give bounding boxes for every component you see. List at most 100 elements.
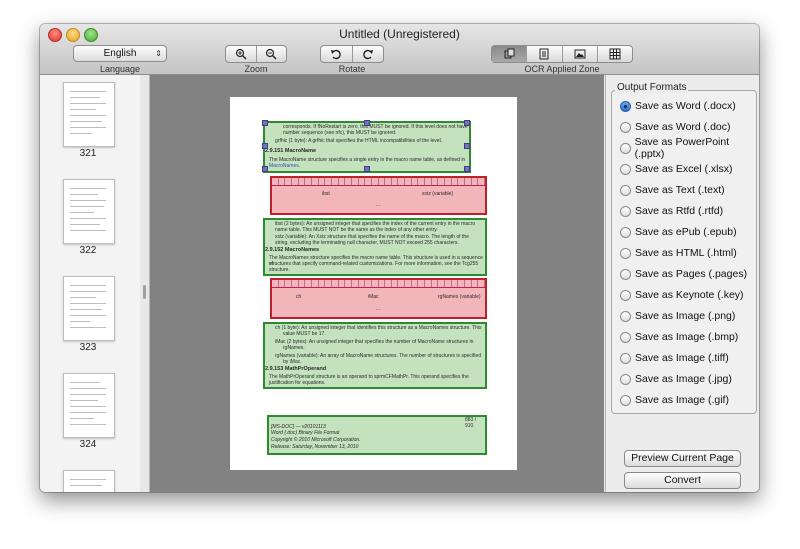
page-thumbnail[interactable]: [63, 82, 115, 147]
ocr-zone-column-button[interactable]: [527, 46, 563, 62]
window-title: Untitled (Unregistered): [339, 27, 460, 41]
preview-current-page-button[interactable]: Preview Current Page: [624, 450, 741, 467]
radio-button[interactable]: [620, 394, 631, 406]
format-option-text[interactable]: Save as Text (.text): [620, 182, 725, 198]
image-zone-icon: [574, 49, 586, 59]
rotate-right-button[interactable]: [353, 46, 384, 62]
format-option-label: Save as Word (.docx): [635, 100, 736, 112]
table-header-cells: [272, 280, 485, 288]
output-formats-group: Save as Word (.docx) Save as Word (.doc)…: [611, 90, 757, 414]
doc-heading: 2.9.153 MathPrOperand: [265, 366, 327, 372]
panel-splitter[interactable]: [140, 75, 150, 492]
format-option-jpg[interactable]: Save as Image (.jpg): [620, 371, 732, 387]
format-option-label: Save as Text (.text): [635, 184, 725, 196]
app-window: Untitled (Unregistered) English ⇕ Langua…: [40, 24, 759, 492]
format-option-html[interactable]: Save as HTML (.html): [620, 245, 737, 261]
rotate-right-icon: [362, 49, 373, 60]
zone-resize-handle[interactable]: [262, 143, 268, 149]
radio-button[interactable]: [620, 310, 631, 322]
doc-text: justification for equations.: [269, 380, 326, 386]
language-label: Language: [99, 64, 141, 74]
ocr-text-zone[interactable]: ibst (2 bytes): An unsigned integer that…: [263, 218, 487, 276]
format-option-docx[interactable]: Save as Word (.docx): [620, 98, 736, 114]
format-option-png[interactable]: Save as Image (.png): [620, 308, 735, 324]
doc-text: grfhic (1 byte): A grfhic that specifies…: [275, 138, 443, 144]
language-value: English: [103, 48, 137, 59]
ocr-text-zone[interactable]: corresponds. If fNoRestart is zero, this…: [262, 120, 471, 173]
language-select[interactable]: English ⇕: [73, 45, 167, 62]
ocr-zone-control: [491, 45, 633, 63]
doc-text: by iMac.: [283, 359, 302, 365]
doc-text: number sequence (see nfc), this MUST be …: [283, 130, 397, 136]
page-thumbnail[interactable]: [63, 179, 115, 244]
ocr-zone-image-button[interactable]: [563, 46, 598, 62]
zone-resize-handle[interactable]: [364, 166, 370, 172]
format-option-rtfd[interactable]: Save as Rtfd (.rtfd): [620, 203, 723, 219]
doc-text: name table. This MUST NOT be the same as…: [275, 227, 438, 233]
output-formats-legend: Output Formats: [615, 82, 689, 93]
page-thumbnails-panel[interactable]: 321 322 323 324: [40, 75, 141, 492]
doc-text: string, excluding the terminating null c…: [275, 240, 459, 246]
table-header-cells: [272, 178, 485, 186]
radio-button[interactable]: [620, 331, 631, 343]
format-option-label: Save as Image (.gif): [635, 394, 729, 406]
radio-button[interactable]: [620, 289, 631, 301]
radio-button[interactable]: [620, 226, 631, 238]
format-option-doc[interactable]: Save as Word (.doc): [620, 119, 731, 135]
format-option-pptx[interactable]: Save as PowerPoint (.pptx): [620, 136, 756, 160]
doc-link[interactable]: MacroNames.: [269, 163, 300, 169]
ocr-zone-table-button[interactable]: [598, 46, 632, 62]
format-option-tiff[interactable]: Save as Image (.tiff): [620, 350, 729, 366]
radio-button[interactable]: [620, 352, 631, 364]
ocr-text-zone[interactable]: ch (1 byte): An unsigned integer that id…: [263, 322, 487, 389]
format-option-bmp[interactable]: Save as Image (.bmp): [620, 329, 738, 345]
zone-resize-handle[interactable]: [464, 120, 470, 126]
zoom-out-button[interactable]: [257, 46, 287, 62]
page-thumbnail[interactable]: [63, 373, 115, 438]
radio-button[interactable]: [620, 247, 631, 259]
radio-button[interactable]: [620, 100, 631, 112]
format-option-xlsx[interactable]: Save as Excel (.xlsx): [620, 161, 732, 177]
radio-button[interactable]: [620, 163, 631, 175]
ocr-table-zone[interactable]: ibst xstz (variable) ...: [270, 176, 487, 215]
table-cell: rgNames (variable): [438, 294, 481, 300]
zoom-in-button[interactable]: [226, 46, 257, 62]
doc-text: rgNames.: [283, 345, 305, 351]
radio-button[interactable]: [620, 184, 631, 196]
format-option-label: Save as Rtfd (.rtfd): [635, 205, 724, 217]
radio-button[interactable]: [620, 373, 631, 385]
format-option-key[interactable]: Save as Keynote (.key): [620, 287, 744, 303]
radio-button[interactable]: [620, 121, 631, 133]
radio-button[interactable]: [620, 142, 631, 154]
zone-resize-handle[interactable]: [262, 166, 268, 172]
zone-resize-handle[interactable]: [464, 143, 470, 149]
format-option-epub[interactable]: Save as ePub (.epub): [620, 224, 737, 240]
zone-resize-handle[interactable]: [364, 120, 370, 126]
chevron-updown-icon: ⇕: [155, 49, 162, 58]
ocr-zone-label: OCR Applied Zone: [524, 64, 600, 74]
doc-heading: 2.9.151 MacroName: [265, 148, 317, 154]
format-option-label: Save as HTML (.html): [635, 247, 737, 259]
convert-button[interactable]: Convert: [624, 472, 741, 489]
format-option-label: Save as Pages (.pages): [635, 268, 748, 280]
format-option-label: Save as Image (.png): [635, 310, 736, 322]
radio-button[interactable]: [620, 268, 631, 280]
format-option-pages[interactable]: Save as Pages (.pages): [620, 266, 747, 282]
rotate-left-button[interactable]: [321, 46, 353, 62]
zoom-label: Zoom: [244, 64, 268, 74]
ocr-table-zone[interactable]: ch iMac rgNames (variable) ...: [270, 278, 487, 319]
page-thumbnail[interactable]: [63, 470, 115, 492]
table-cell: xstz (variable): [422, 191, 454, 197]
document-page: corresponds. If fNoRestart is zero, this…: [230, 97, 517, 470]
doc-text: Release: Saturday, November 13, 2010: [271, 444, 359, 450]
document-viewer[interactable]: corresponds. If fNoRestart is zero, this…: [150, 75, 604, 492]
radio-button[interactable]: [620, 205, 631, 217]
page-thumbnail[interactable]: [63, 276, 115, 341]
splitter-grip[interactable]: [143, 285, 146, 299]
format-option-gif[interactable]: Save as Image (.gif): [620, 392, 729, 408]
column-zone-icon: [539, 48, 549, 60]
ocr-text-zone[interactable]: 883 / 910 [MS-DOC] — v20101113 Word (.do…: [267, 415, 487, 455]
zone-resize-handle[interactable]: [464, 166, 470, 172]
ocr-zone-text-button[interactable]: [492, 46, 528, 62]
zone-resize-handle[interactable]: [262, 120, 268, 126]
